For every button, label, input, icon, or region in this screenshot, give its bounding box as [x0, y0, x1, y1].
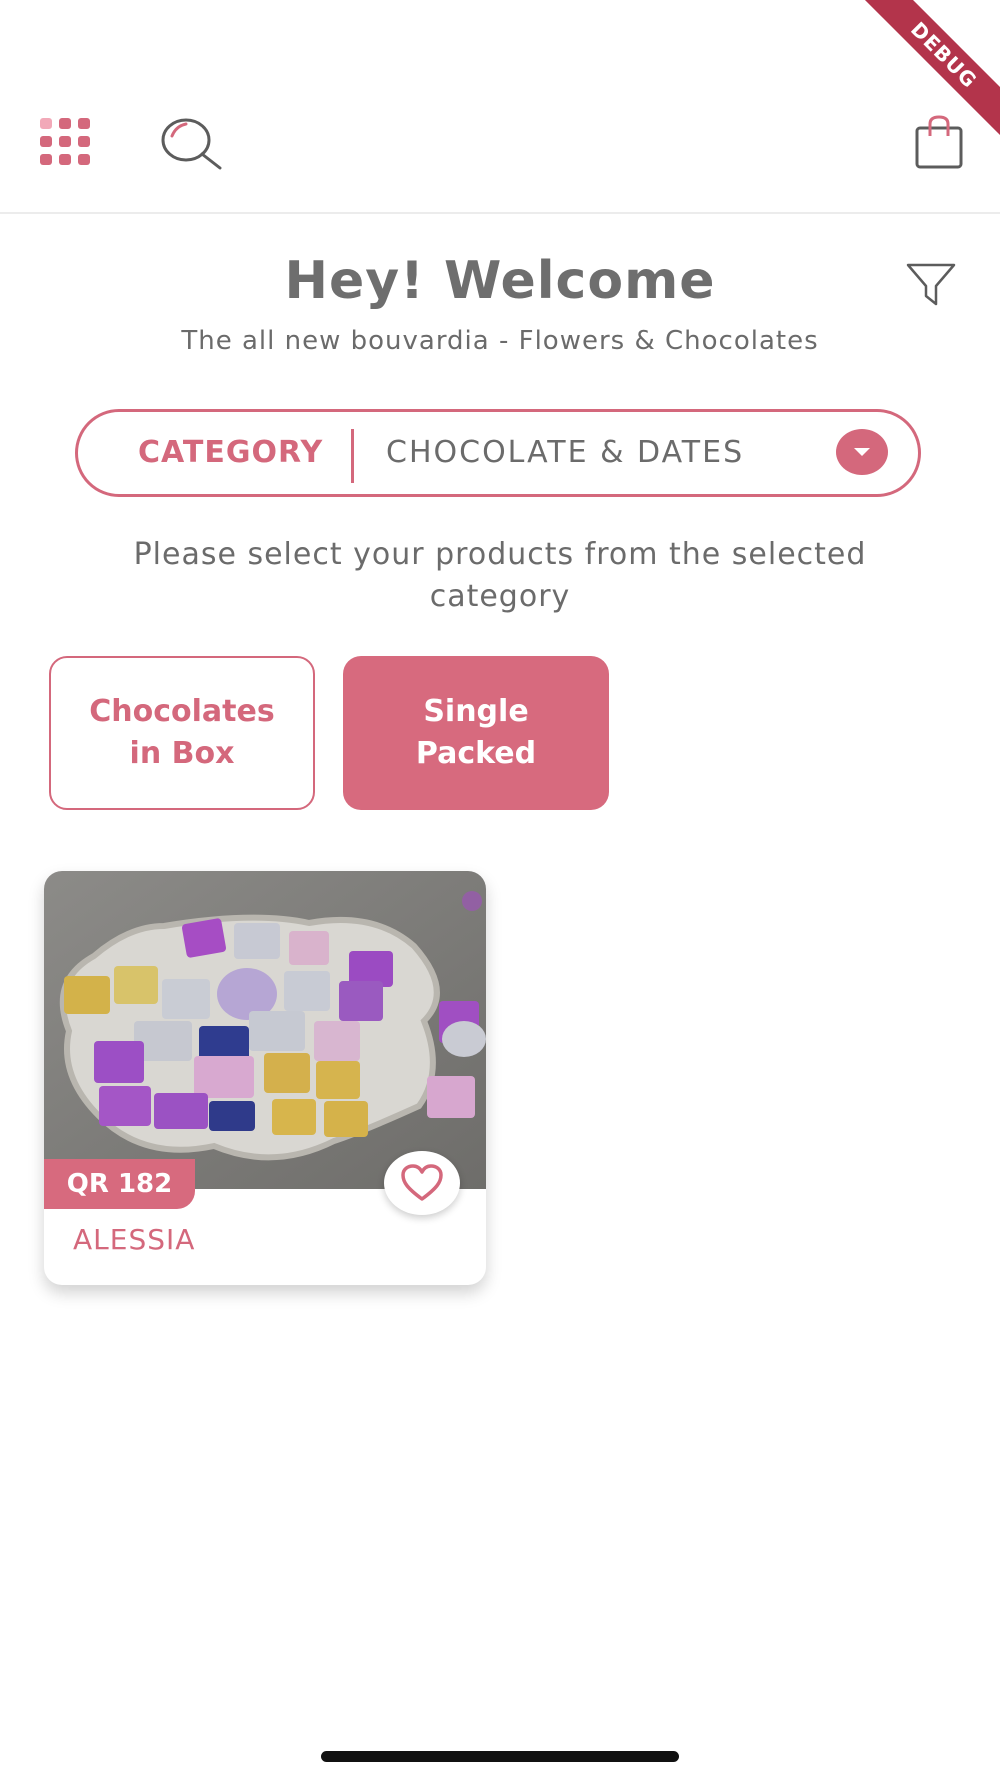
- subcategory-label: Single Packed: [415, 694, 537, 771]
- chevron-down-icon[interactable]: [836, 429, 888, 475]
- price-tag: QR 182: [44, 1159, 195, 1209]
- category-label: CATEGORY: [138, 435, 324, 470]
- page-subtitle: The all new bouvardia - Flowers & Chocol…: [181, 326, 819, 356]
- instruction-text: Please select your products from the sel…: [133, 537, 867, 614]
- filter-icon[interactable]: [906, 262, 956, 312]
- heart-icon[interactable]: [384, 1151, 460, 1215]
- search-icon[interactable]: [160, 116, 224, 176]
- grid-menu-icon[interactable]: [40, 118, 92, 170]
- subcategory-chocolates-in-box[interactable]: Chocolates in Box: [49, 656, 315, 810]
- product-image: [44, 871, 486, 1189]
- category-divider: [351, 429, 354, 483]
- subcategory-label: Chocolates in Box: [89, 694, 275, 771]
- home-indicator[interactable]: [321, 1751, 679, 1762]
- top-app-bar: [0, 0, 1000, 214]
- subcategory-single-packed[interactable]: Single Packed: [343, 656, 609, 810]
- category-selected-value: CHOCOLATE & DATES: [386, 435, 745, 470]
- shopping-bag-icon[interactable]: [914, 114, 964, 174]
- product-card[interactable]: QR 182 ALESSIA: [44, 871, 486, 1285]
- category-selector[interactable]: CATEGORY CHOCOLATE & DATES: [75, 409, 921, 497]
- product-name: ALESSIA: [73, 1223, 196, 1256]
- page-title: Hey! Welcome: [284, 251, 716, 311]
